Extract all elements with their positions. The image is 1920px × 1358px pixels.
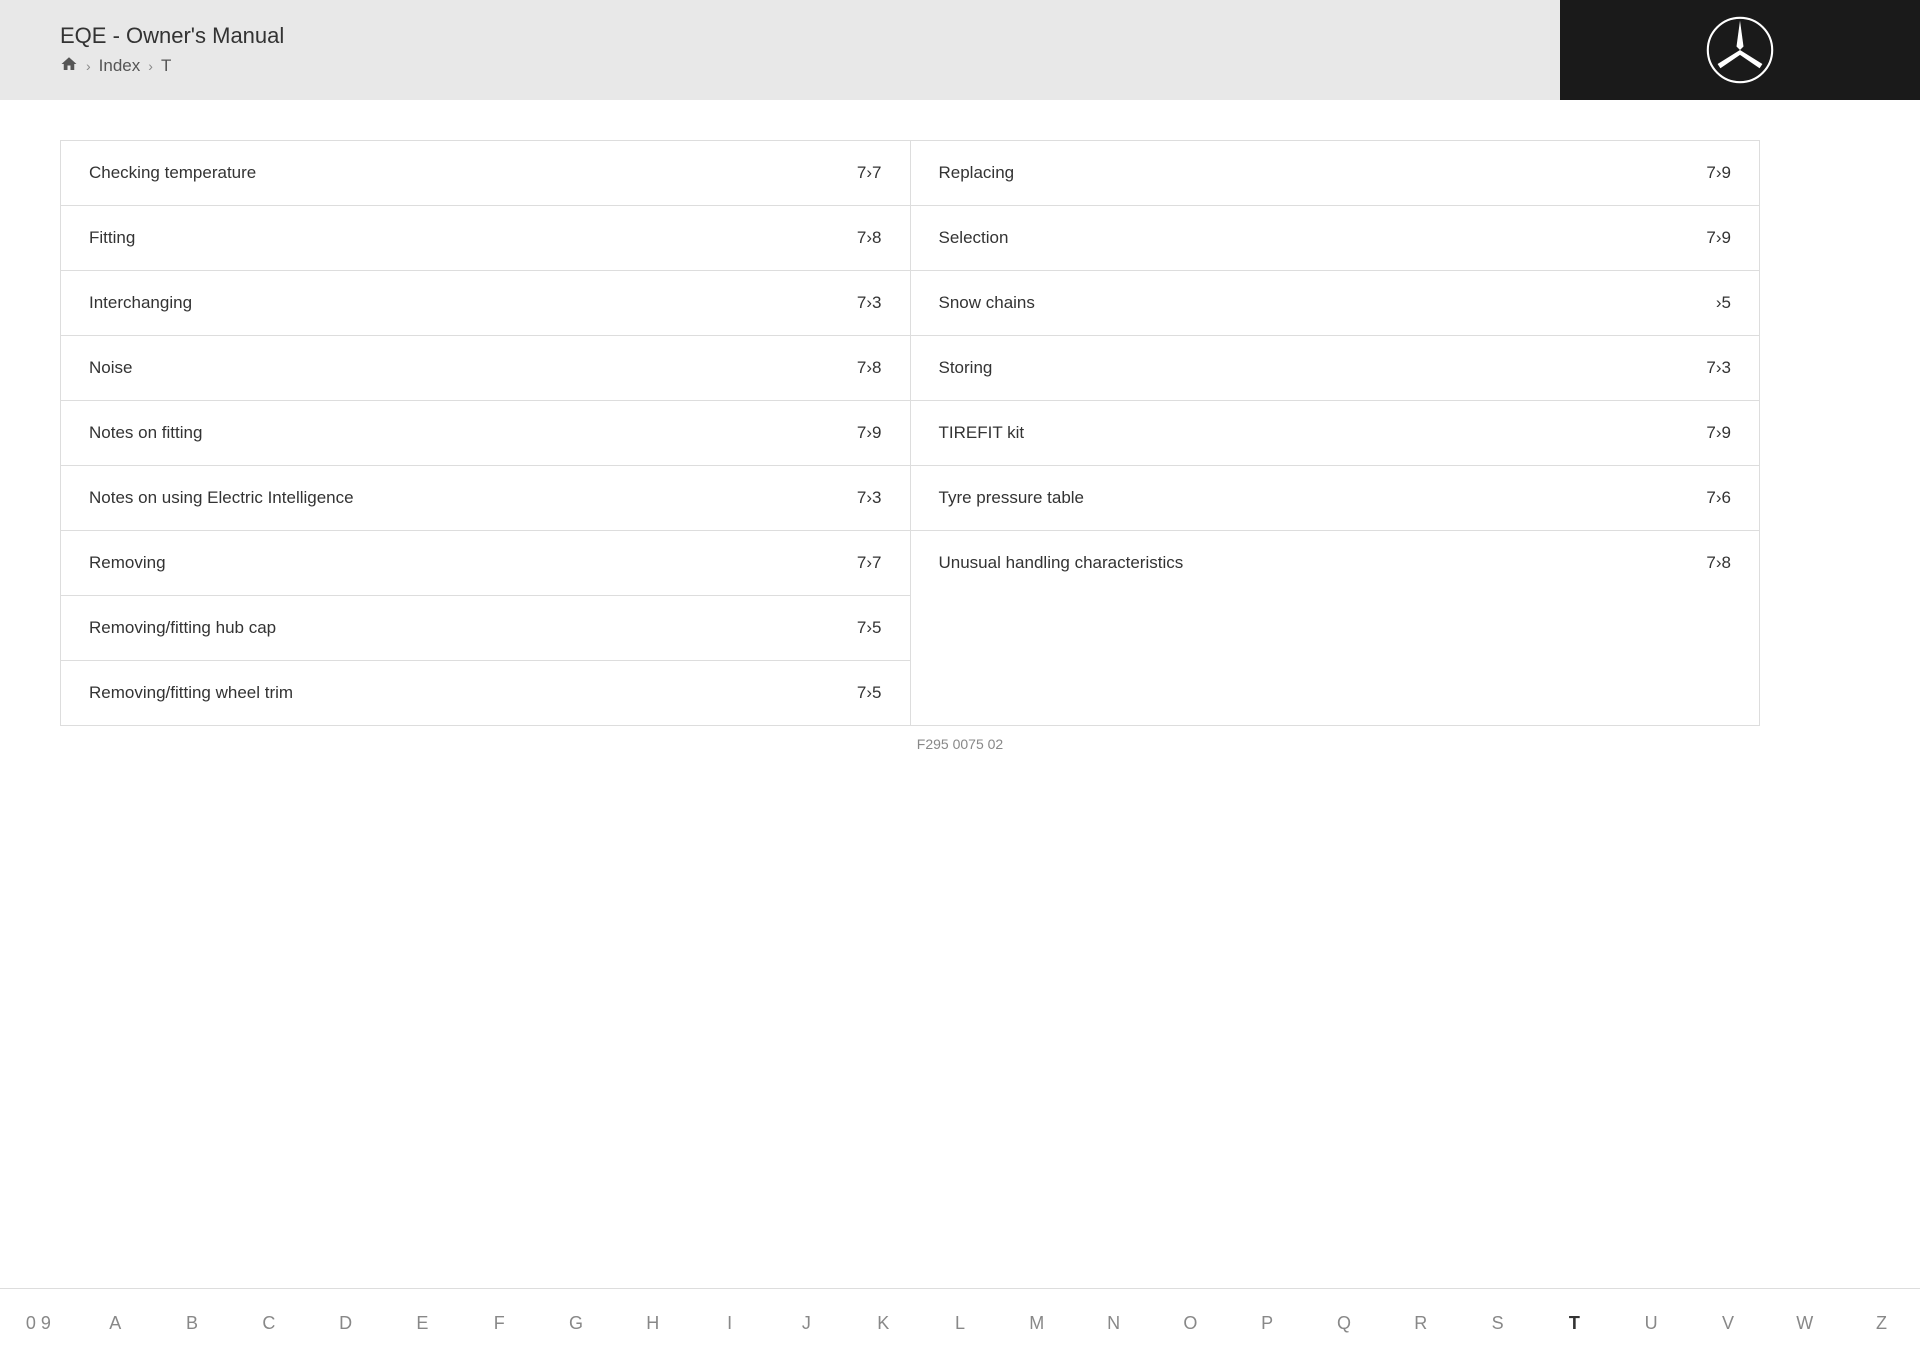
index-page: 7›8 — [1706, 553, 1731, 573]
alpha-item-A[interactable]: A — [77, 1293, 154, 1354]
index-row[interactable]: Unusual handling characteristics 7›8 — [911, 531, 1760, 595]
header-title-area: EQE - Owner's Manual › Index › T — [60, 23, 284, 78]
alpha-item-L[interactable]: L — [922, 1293, 999, 1354]
index-label: Notes on using Electric Intelligence — [89, 488, 354, 508]
alpha-item-K[interactable]: K — [845, 1293, 922, 1354]
index-page: 7›3 — [857, 293, 882, 313]
index-label: Fitting — [89, 228, 135, 248]
breadcrumb-current: T — [161, 56, 171, 76]
index-row[interactable]: Removing 7›7 — [61, 531, 910, 596]
alpha-item-J[interactable]: J — [768, 1293, 845, 1354]
alpha-item-D[interactable]: D — [307, 1293, 384, 1354]
index-label: Unusual handling characteristics — [939, 553, 1184, 573]
header: EQE - Owner's Manual › Index › T — [0, 0, 1920, 100]
alpha-item-T[interactable]: T — [1536, 1293, 1613, 1354]
index-label: Replacing — [939, 163, 1015, 183]
alpha-item-V[interactable]: V — [1690, 1293, 1767, 1354]
index-label: Interchanging — [89, 293, 192, 313]
index-label: Snow chains — [939, 293, 1035, 313]
alpha-item-U[interactable]: U — [1613, 1293, 1690, 1354]
breadcrumb: › Index › T — [60, 55, 284, 78]
index-grid: Checking temperature 7›7 Fitting 7›8 Int… — [60, 140, 1760, 726]
index-row[interactable]: Selection 7›9 — [911, 206, 1760, 271]
index-page: 7›8 — [857, 228, 882, 248]
index-page: 7›6 — [1706, 488, 1731, 508]
index-row[interactable]: Removing/fitting wheel trim 7›5 — [61, 661, 910, 725]
alpha-item-Q[interactable]: Q — [1306, 1293, 1383, 1354]
index-label: Removing/fitting hub cap — [89, 618, 276, 638]
alpha-item-E[interactable]: E — [384, 1293, 461, 1354]
index-label: TIREFIT kit — [939, 423, 1025, 443]
index-label: Noise — [89, 358, 132, 378]
index-row[interactable]: Interchanging 7›3 — [61, 271, 910, 336]
index-label: Selection — [939, 228, 1009, 248]
alpha-item-S[interactable]: S — [1459, 1293, 1536, 1354]
breadcrumb-sep-2: › — [148, 58, 153, 74]
index-row[interactable]: Storing 7›3 — [911, 336, 1760, 401]
index-page: 7›3 — [1706, 358, 1731, 378]
alpha-item-W[interactable]: W — [1766, 1293, 1843, 1354]
alpha-bar: 0 9ABCDEFGHIJKLMNOPQRSTUVWZ — [0, 1288, 1920, 1358]
alpha-item-P[interactable]: P — [1229, 1293, 1306, 1354]
index-page: 7›7 — [857, 163, 882, 183]
footer-code: F295 0075 02 — [60, 726, 1860, 762]
index-page: ›5 — [1716, 293, 1731, 313]
alpha-item-H[interactable]: H — [614, 1293, 691, 1354]
alpha-item-O[interactable]: O — [1152, 1293, 1229, 1354]
logo-area — [1560, 0, 1920, 100]
index-page: 7›9 — [1706, 228, 1731, 248]
index-page: 7›5 — [857, 618, 882, 638]
index-page: 7›5 — [857, 683, 882, 703]
index-row[interactable]: Snow chains ›5 — [911, 271, 1760, 336]
right-column: Replacing 7›9 Selection 7›9 Snow chains … — [910, 140, 1761, 726]
alpha-item-I[interactable]: I — [691, 1293, 768, 1354]
breadcrumb-index[interactable]: Index — [99, 56, 141, 76]
breadcrumb-sep-1: › — [86, 58, 91, 74]
index-page: 7›8 — [857, 358, 882, 378]
index-page: 7›9 — [1706, 163, 1731, 183]
main-content: Checking temperature 7›7 Fitting 7›8 Int… — [0, 100, 1920, 1300]
index-label: Notes on fitting — [89, 423, 202, 443]
index-page: 7›9 — [857, 423, 882, 443]
index-row[interactable]: Notes on using Electric Intelligence 7›3 — [61, 466, 910, 531]
index-page: 7›7 — [857, 553, 882, 573]
index-label: Checking temperature — [89, 163, 256, 183]
index-row[interactable]: Notes on fitting 7›9 — [61, 401, 910, 466]
index-row[interactable]: Fitting 7›8 — [61, 206, 910, 271]
alpha-item-R[interactable]: R — [1382, 1293, 1459, 1354]
index-label: Removing — [89, 553, 166, 573]
mercedes-logo — [1705, 15, 1775, 85]
alpha-item-09[interactable]: 0 9 — [0, 1293, 77, 1354]
index-row[interactable]: Noise 7›8 — [61, 336, 910, 401]
index-label: Tyre pressure table — [939, 488, 1085, 508]
index-page: 7›3 — [857, 488, 882, 508]
left-column: Checking temperature 7›7 Fitting 7›8 Int… — [60, 140, 910, 726]
alpha-item-Z[interactable]: Z — [1843, 1293, 1920, 1354]
alpha-item-B[interactable]: B — [154, 1293, 231, 1354]
alpha-item-N[interactable]: N — [1075, 1293, 1152, 1354]
index-page: 7›9 — [1706, 423, 1731, 443]
index-row[interactable]: Replacing 7›9 — [911, 141, 1760, 206]
page-title: EQE - Owner's Manual — [60, 23, 284, 49]
alpha-item-G[interactable]: G — [538, 1293, 615, 1354]
alpha-item-C[interactable]: C — [230, 1293, 307, 1354]
alpha-item-F[interactable]: F — [461, 1293, 538, 1354]
index-row[interactable]: Removing/fitting hub cap 7›5 — [61, 596, 910, 661]
index-label: Removing/fitting wheel trim — [89, 683, 293, 703]
home-icon[interactable] — [60, 55, 78, 78]
alpha-item-M[interactable]: M — [998, 1293, 1075, 1354]
index-row[interactable]: TIREFIT kit 7›9 — [911, 401, 1760, 466]
index-row[interactable]: Tyre pressure table 7›6 — [911, 466, 1760, 531]
index-row[interactable]: Checking temperature 7›7 — [61, 141, 910, 206]
index-label: Storing — [939, 358, 993, 378]
